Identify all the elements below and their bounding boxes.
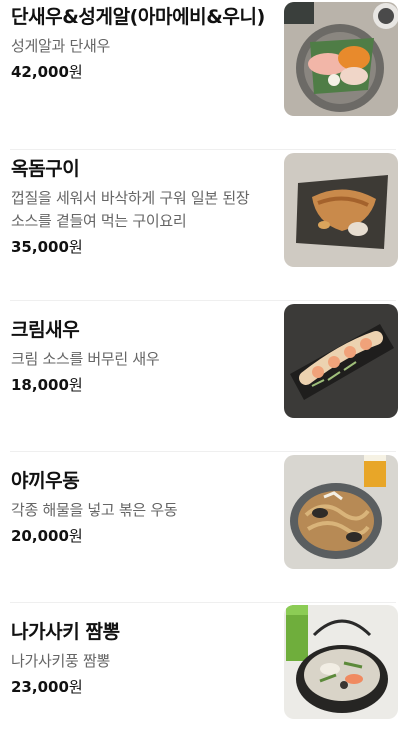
menu-item[interactable]: 단새우&성게알(아마에비&우니) 성게알과 단새우 42,000원 [0,0,404,150]
price-value: 18,000 [11,376,69,394]
menu-item-name: 나가사키 짬뽕 [11,621,120,643]
divider [10,602,396,603]
currency-suffix: 원 [68,678,83,696]
menu-item[interactable]: 크림새우 크림 소스를 버무린 새우 18,000원 [0,302,404,452]
price-value: 20,000 [11,527,69,545]
menu-item-price: 18,000원 [11,375,269,395]
menu-item-text: 크림새우 크림 소스를 버무린 새우 18,000원 [11,317,269,395]
price-value: 35,000 [11,238,69,256]
menu-item-name: 야끼우동 [11,470,80,492]
menu-item-description: 각종 해물을 넣고 볶은 우동 [11,501,178,519]
divider [10,451,396,452]
menu-item-text: 단새우&성게알(아마에비&우니) 성게알과 단새우 42,000원 [11,4,269,82]
nagasaki-champon-photo[interactable] [284,605,398,719]
menu-item-name: 옥돔구이 [11,158,80,180]
menu-item-name: 크림새우 [11,319,80,341]
menu-item-description: 성게알과 단새우 [11,37,110,55]
menu-item-text: 옥돔구이 껍질을 세워서 바삭하게 구워 일본 된장 소스를 곁들여 먹는 구이… [11,156,269,257]
menu-item-name: 단새우&성게알(아마에비&우니) [11,6,265,28]
menu-item-description: 껍질을 세워서 바삭하게 구워 일본 된장 소스를 곁들여 먹는 구이요리 [11,189,250,230]
cream-shrimp-photo[interactable] [284,304,398,418]
menu-item-price: 35,000원 [11,237,269,257]
divider [10,149,396,150]
stir-fried-udon-photo[interactable] [284,455,398,569]
menu-item-price: 20,000원 [11,526,269,546]
currency-suffix: 원 [68,238,83,256]
sashimi-plate-photo[interactable] [284,2,398,116]
currency-suffix: 원 [68,527,83,545]
menu-item[interactable]: 옥돔구이 껍질을 세워서 바삭하게 구워 일본 된장 소스를 곁들여 먹는 구이… [0,151,404,301]
divider [10,300,396,301]
menu-list: 단새우&성게알(아마에비&우니) 성게알과 단새우 42,000원 옥돔구이 껍… [0,0,404,719]
price-value: 42,000 [11,63,69,81]
price-value: 23,000 [11,678,69,696]
menu-item-price: 23,000원 [11,677,269,697]
grilled-fish-photo[interactable] [284,153,398,267]
currency-suffix: 원 [68,376,83,394]
menu-item[interactable]: 나가사키 짬뽕 나가사키풍 짬뽕 23,000원 [0,604,404,754]
currency-suffix: 원 [68,63,83,81]
menu-item-description: 나가사키풍 짬뽕 [11,652,110,670]
menu-item-description: 크림 소스를 버무린 새우 [11,350,160,368]
menu-item-text: 야끼우동 각종 해물을 넣고 볶은 우동 20,000원 [11,468,269,546]
menu-item-text: 나가사키 짬뽕 나가사키풍 짬뽕 23,000원 [11,619,269,697]
menu-item-price: 42,000원 [11,62,269,82]
menu-item[interactable]: 야끼우동 각종 해물을 넣고 볶은 우동 20,000원 [0,453,404,603]
